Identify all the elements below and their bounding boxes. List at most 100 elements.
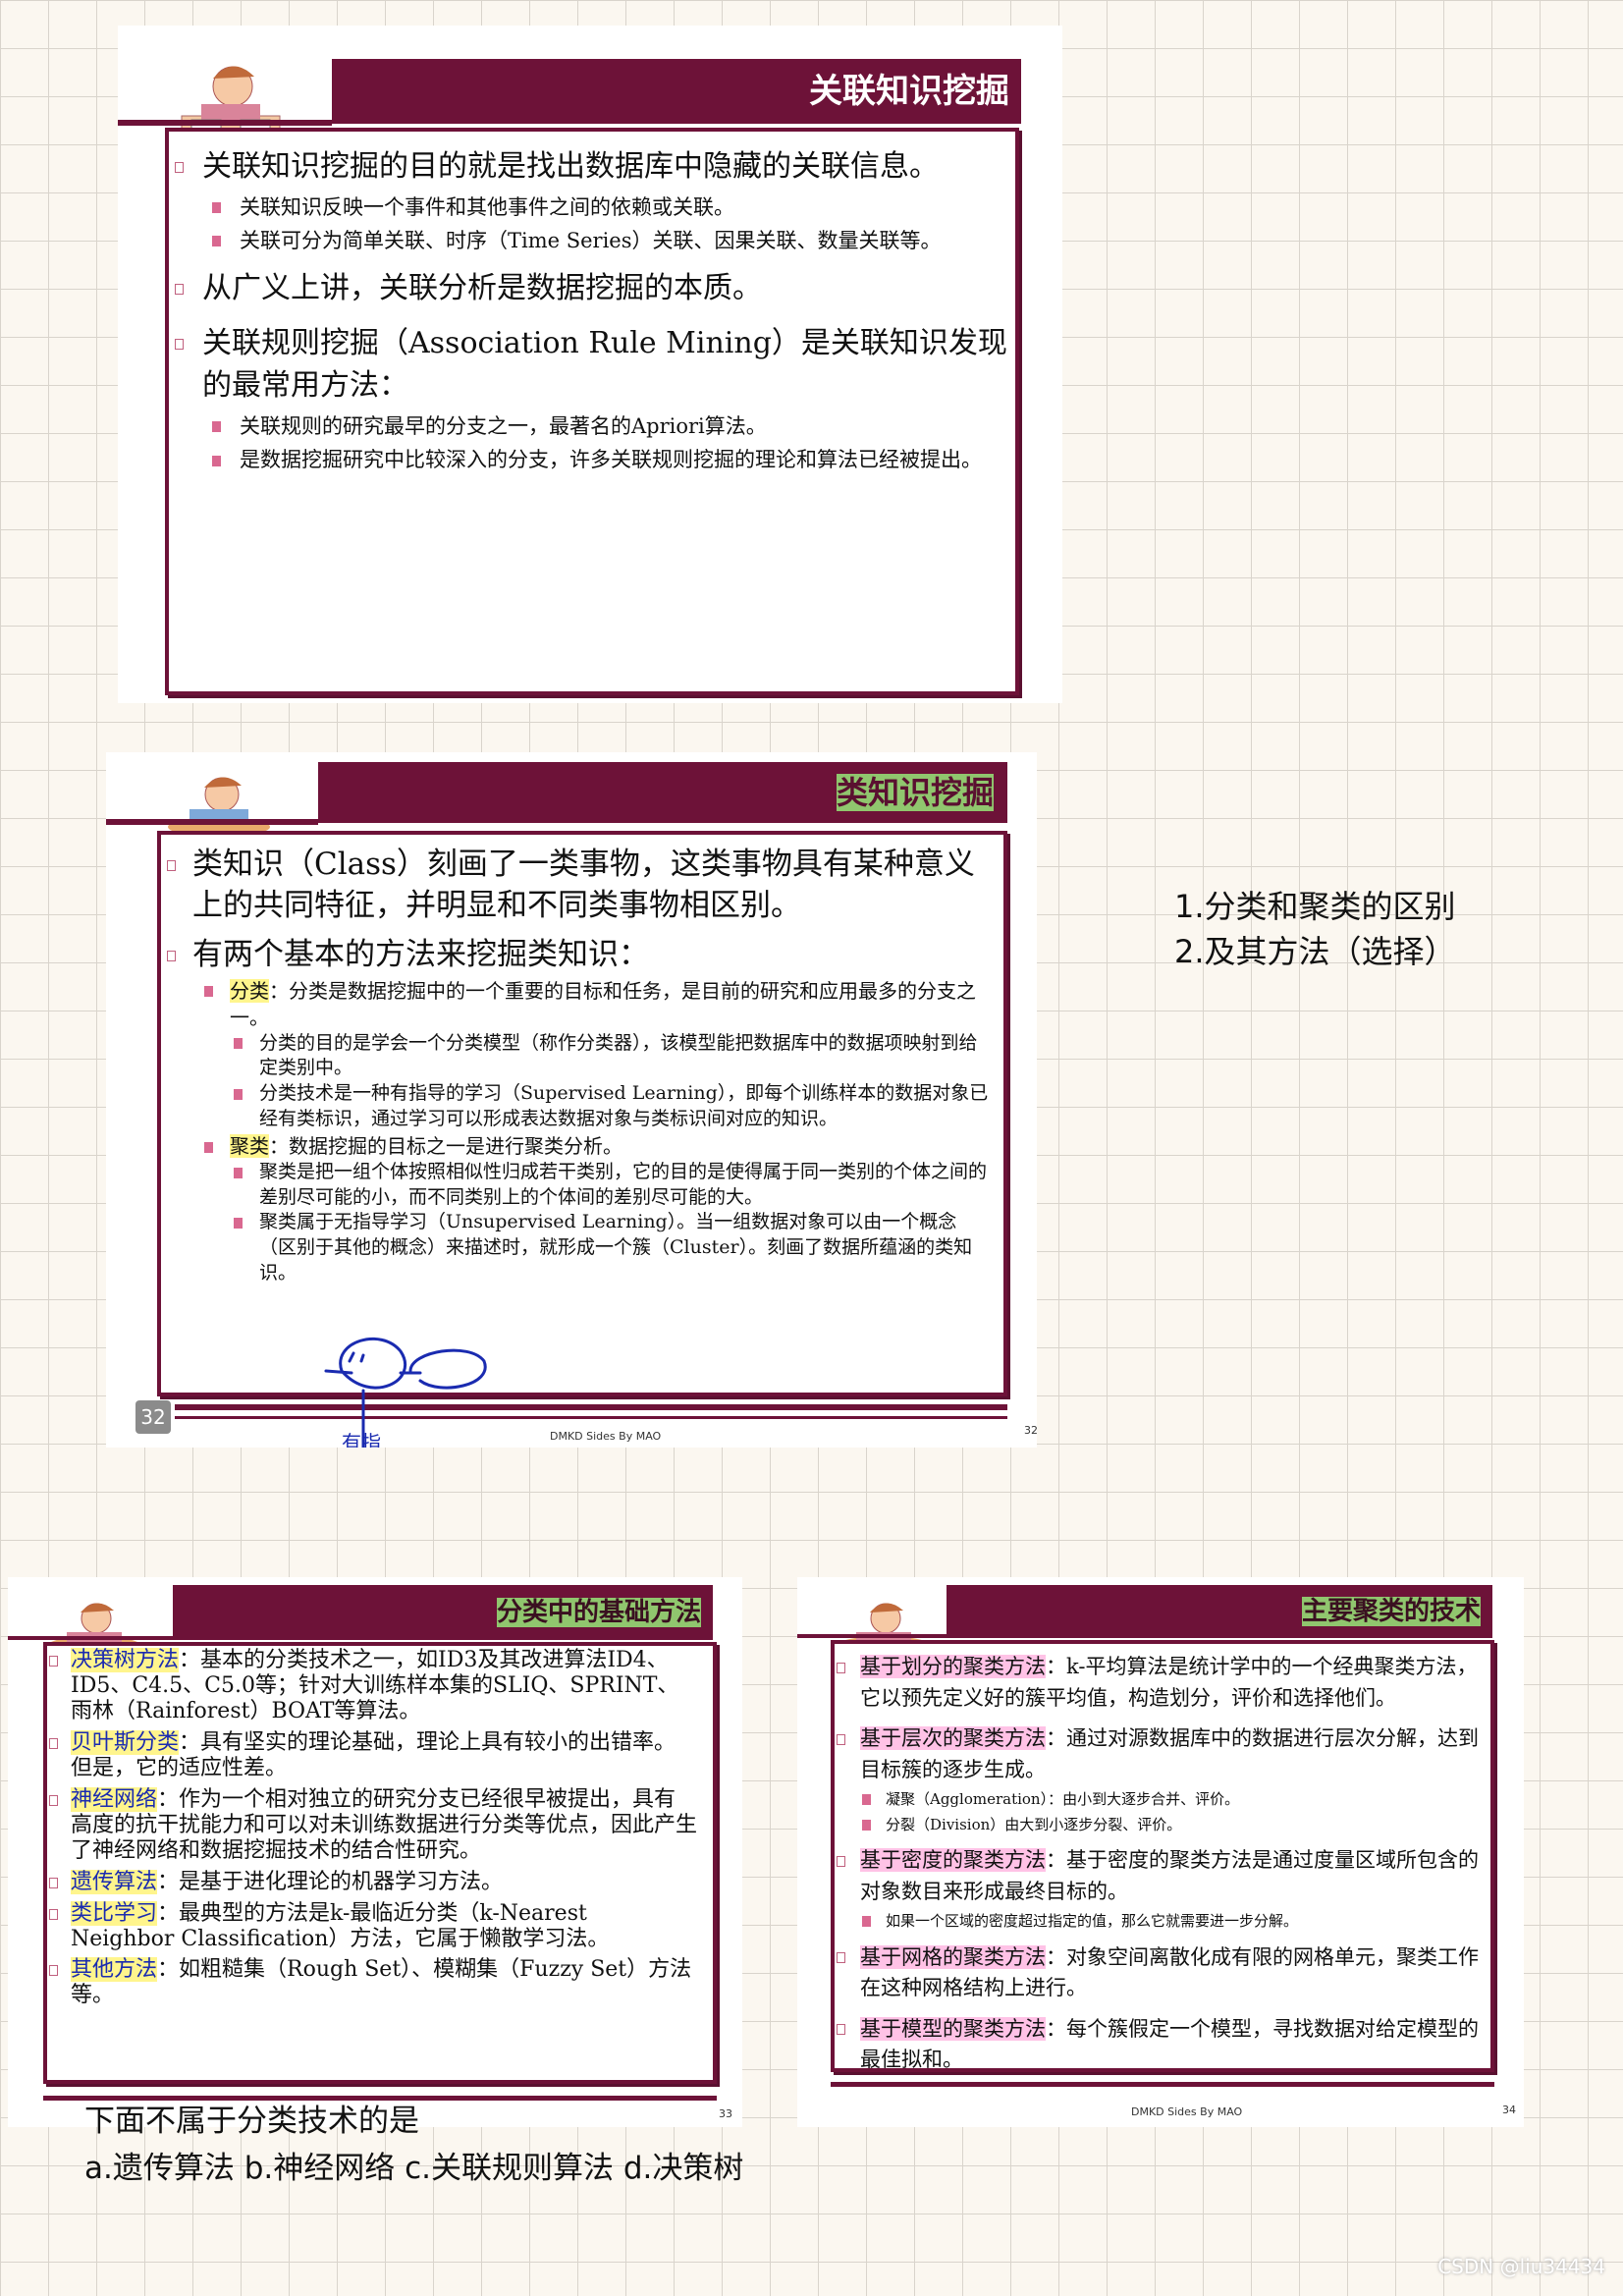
- list-item: 聚类是把一组个体按照相似性归成若干类别，它的目的是使得属于同一类别的个体之间的差…: [167, 1160, 994, 1210]
- mascot-icon: [165, 770, 273, 839]
- bullet-icon: [234, 1088, 243, 1100]
- slide-association: 关联知识挖掘 关联知识挖掘的目的就是找出数据库中隐藏的关联信息。关联知识反映一个…: [118, 26, 1062, 703]
- list-item: 决策树方法：基本的分类技术之一，如ID3及其改进算法ID4、ID5、C4.5、C…: [49, 1648, 697, 1724]
- bullet-icon: [837, 2024, 845, 2036]
- list-item: 关联规则的研究最早的分支之一，最著名的Apriori算法。: [175, 411, 1009, 441]
- list-item: 分类的目的是学会一个分类模型（称作分类器），该模型能把数据库中的数据项映射到给定…: [167, 1031, 994, 1081]
- list-item: 关联可分为简单关联、时序（Time Series）关联、因果关联、数量关联等。: [175, 226, 1009, 255]
- bullet-icon: [49, 1737, 58, 1749]
- bullet-icon: [837, 1662, 845, 1673]
- item-text: 关联知识反映一个事件和其他事件之间的依赖或关联。: [240, 194, 734, 219]
- bullet-icon: [49, 1877, 58, 1888]
- item-heading: 遗传算法: [71, 1869, 158, 1894]
- item-text: 关联可分为简单关联、时序（Time Series）关联、因果关联、数量关联等。: [240, 228, 942, 252]
- item-heading: 决策树方法: [71, 1648, 180, 1672]
- item-heading: 基于密度的聚类方法: [860, 1848, 1046, 1872]
- bullet-icon: [175, 161, 184, 173]
- list-item: 分类技术是一种有指导的学习（Supervised Learning），即每个训练…: [167, 1081, 994, 1131]
- bullet-icon: [862, 1794, 871, 1806]
- item-heading: 类比学习: [71, 1900, 158, 1926]
- footer-rule: [831, 2082, 1494, 2087]
- item-text: 分类技术是一种有指导的学习（Supervised Learning），即每个训练…: [259, 1081, 989, 1129]
- slide-footer: DMKD Sides By MAO: [1131, 2105, 1243, 2118]
- slide-title: 主要聚类的技术: [947, 1585, 1492, 1638]
- quiz-question-stem: 下面不属于分类技术的是: [84, 2104, 419, 2139]
- hand-label-1: 有指: [342, 1431, 381, 1448]
- item-text: ：作为一个相对独立的研究分支已经很早被提出，具有高度的抗干扰能力和可以对未训练数…: [71, 1786, 698, 1863]
- list-item: 基于层次的聚类方法：通过对源数据库中的数据进行层次分解，达到目标簇的逐步生成。: [837, 1723, 1481, 1785]
- bullet-icon: [49, 1908, 58, 1920]
- list-item: 其他方法：如粗糙集（Rough Set）、模糊集（Fuzzy Set）方法等。: [49, 1957, 697, 2008]
- slide-clustering-techniques: 主要聚类的技术 基于划分的聚类方法：k-平均算法是统计学中的一个经典聚类方法，它…: [797, 1577, 1524, 2127]
- list-item: 分类：分类是数据挖掘中的一个重要的目标和任务，是目前的研究和应用最多的分支之一。: [167, 978, 994, 1031]
- item-text: 聚类是把一组个体按照相似性归成若干类别，它的目的是使得属于同一类别的个体之间的差…: [259, 1161, 988, 1208]
- list-item: 关联规则挖掘（Association Rule Mining）是关联知识发现的最…: [175, 322, 1009, 408]
- list-item: 基于网格的聚类方法：对象空间离散化成有限的网格单元，聚类工作在这种网格结构上进行…: [837, 1942, 1481, 2004]
- slide-class-knowledge: 类知识挖掘 类知识（Class）刻画了一类事物，这类事物具有某种意义上的共同特征…: [106, 752, 1037, 1448]
- item-heading: 基于模型的聚类方法: [860, 2016, 1046, 2041]
- bullet-icon: [837, 1733, 845, 1745]
- handwritten-diagram: 有指 无指: [324, 1337, 487, 1448]
- side-note-line-2: 2.及其方法（选择）: [1174, 933, 1456, 970]
- item-heading: 神经网络: [71, 1786, 158, 1812]
- list-item: 类知识（Class）刻画了一类事物，这类事物具有某种意义上的共同特征，并明显和不…: [167, 845, 994, 927]
- bullet-icon: [49, 1655, 58, 1667]
- bullet-icon: [49, 1965, 58, 1977]
- bullet-icon: [837, 1855, 845, 1867]
- item-heading: 其他方法: [71, 1957, 158, 1983]
- slide-title: 类知识挖掘: [318, 762, 1007, 823]
- bullet-icon: [862, 1819, 871, 1831]
- item-text: 从广义上讲，关联分析是数据挖掘的本质。: [202, 271, 762, 306]
- bullet-icon: [862, 1916, 871, 1928]
- header-rule: [118, 120, 332, 126]
- item-heading: 基于网格的聚类方法: [860, 1944, 1046, 1969]
- list-item: 分裂（Division）由大到小逐步分裂、评价。: [837, 1814, 1481, 1836]
- page-number: 34: [1502, 2104, 1516, 2116]
- list-item: 神经网络：作为一个相对独立的研究分支已经很早被提出，具有高度的抗干扰能力和可以对…: [49, 1786, 698, 1864]
- item-text: 分类的目的是学会一个分类模型（称作分类器），该模型能把数据库中的数据项映射到给定…: [259, 1031, 978, 1079]
- list-item: 关联知识挖掘的目的就是找出数据库中隐藏的关联信息。: [175, 145, 1009, 189]
- item-text: 聚类属于无指导学习（Unsupervised Learning）。当一组数据对象…: [259, 1211, 973, 1284]
- bullet-icon: [212, 201, 221, 213]
- list-item: 基于模型的聚类方法：每个簇假定一个模型，寻找数据对给定模型的最佳拟和。: [837, 2014, 1481, 2076]
- bullet-icon: [167, 950, 176, 961]
- item-text: 关联知识挖掘的目的就是找出数据库中隐藏的关联信息。: [202, 149, 939, 184]
- item-text: 有两个基本的方法来挖掘类知识：: [192, 936, 649, 972]
- bullet-icon: [234, 1038, 243, 1050]
- list-item: 贝叶斯分类：具有坚实的理论基础，理论上具有较小的出错率。但是，它的适应性差。: [49, 1729, 697, 1781]
- item-text: 凝聚（Agglomeration）：由小到大逐步合并、评价。: [886, 1790, 1240, 1808]
- header-rule: [797, 1634, 947, 1638]
- list-item: 遗传算法：是基于进化理论的机器学习方法。: [49, 1869, 697, 1895]
- bullet-icon: [837, 1952, 845, 1964]
- item-text: 类知识（Class）刻画了一类事物，这类事物具有某种意义上的共同特征，并明显和不…: [192, 847, 975, 923]
- bullet-icon: [212, 236, 221, 247]
- header-rule: [8, 1636, 173, 1640]
- item-heading: 分类: [230, 978, 269, 1003]
- slide-title-text: 分类中的基础方法: [496, 1598, 701, 1627]
- list-item: 从广义上讲，关联分析是数据挖掘的本质。: [175, 267, 1009, 310]
- watermark: CSDN @liu34434: [1437, 2255, 1605, 2278]
- item-heading: 基于划分的聚类方法: [860, 1655, 1046, 1678]
- list-item: 基于密度的聚类方法：基于密度的聚类方法是通过度量区域所包含的对象数目来形成最终目…: [837, 1845, 1481, 1907]
- bullet-icon: [49, 1794, 58, 1806]
- list-item: 基于划分的聚类方法：k-平均算法是统计学中的一个经典聚类方法，它以预先定义好的簇…: [837, 1652, 1481, 1714]
- item-heading: 贝叶斯分类: [71, 1729, 180, 1755]
- item-text: ：数据挖掘的目标之一是进行聚类分析。: [269, 1134, 622, 1159]
- footer-rule-2: [175, 1416, 1007, 1419]
- bullet-icon: [204, 986, 213, 998]
- side-note: 1.分类和聚类的区别 2.及其方法（选择）: [1174, 884, 1456, 974]
- bullet-icon: [234, 1218, 243, 1230]
- list-item: 关联知识反映一个事件和其他事件之间的依赖或关联。: [175, 192, 1009, 222]
- bullet-icon: [212, 455, 221, 466]
- item-heading: 基于层次的聚类方法: [860, 1726, 1046, 1750]
- page-badge: 32: [135, 1400, 171, 1434]
- item-text: 关联规则的研究最早的分支之一，最著名的Apriori算法。: [240, 413, 767, 438]
- slide-title: 关联知识挖掘: [332, 59, 1021, 124]
- item-text: 如果一个区域的密度超过指定的值，那么它就需要进一步分解。: [886, 1912, 1299, 1930]
- item-heading: 聚类: [230, 1134, 269, 1159]
- page-number: 32: [1024, 1424, 1037, 1437]
- quiz-question-options: a.遗传算法 b.神经网络 c.关联规则算法 d.决策树: [84, 2151, 744, 2186]
- header-rule: [106, 819, 318, 825]
- item-text: ：是基于进化理论的机器学习方法。: [157, 1869, 504, 1894]
- bullet-icon: [212, 421, 221, 433]
